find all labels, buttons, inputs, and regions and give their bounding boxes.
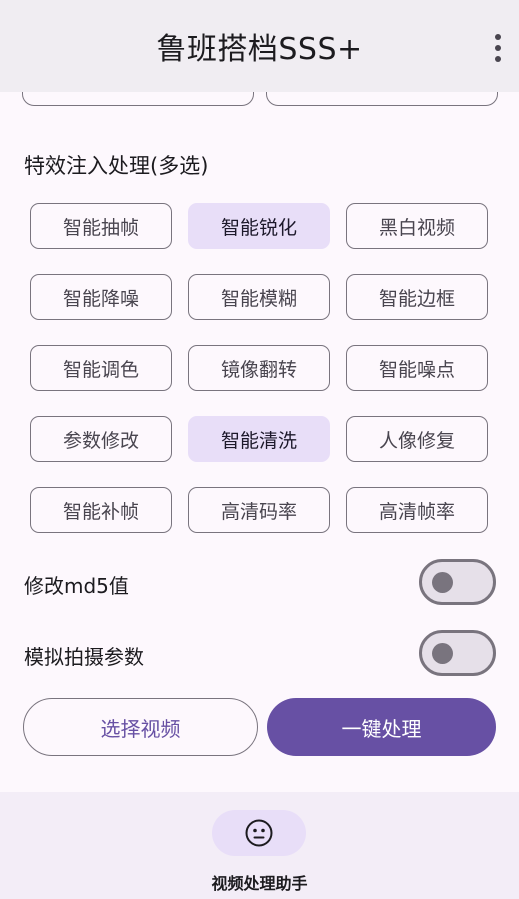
effect-chip[interactable]: 智能锐化: [188, 203, 330, 249]
effect-chip[interactable]: 智能抽帧: [30, 203, 172, 249]
more-vert-icon-dot: [495, 56, 501, 62]
effect-chip[interactable]: 智能降噪: [30, 274, 172, 320]
effect-chip[interactable]: 参数修改: [30, 416, 172, 462]
effects-section-title: 特效注入处理(多选): [24, 154, 209, 178]
effect-chip[interactable]: 智能边框: [346, 274, 488, 320]
bottom-navigation-bar: 视频处理助手: [0, 792, 519, 899]
more-vert-icon: [495, 34, 501, 40]
effect-chip[interactable]: 智能调色: [30, 345, 172, 391]
effect-chip[interactable]: 智能模糊: [188, 274, 330, 320]
one-click-process-button[interactable]: 一键处理: [267, 698, 496, 756]
main-content[interactable]: 特效注入处理(多选) 智能抽帧 智能锐化 黑白视频智能降噪 智能模糊 智能边框智能调色镜…: [0, 92, 519, 792]
simulate-shoot-toggle-label: 模拟拍摄参数: [24, 645, 144, 669]
nav-item-label: 视频处理助手: [211, 874, 308, 893]
switch-thumb: [432, 572, 453, 593]
simulate-shoot-switch[interactable]: [419, 630, 496, 676]
face-icon: [245, 819, 273, 847]
md5-switch[interactable]: [419, 559, 496, 605]
switch-thumb: [432, 643, 453, 664]
previous-field-left[interactable]: [22, 92, 254, 106]
more-options-button[interactable]: [491, 28, 505, 68]
effect-chip[interactable]: 镜像翻转: [188, 345, 330, 391]
more-vert-icon-dot: [495, 45, 501, 51]
previous-field-right[interactable]: [266, 92, 498, 106]
nav-item-video-helper[interactable]: 视频处理助手: [0, 792, 519, 899]
app-title: 鲁班搭档SSS+: [156, 32, 363, 67]
md5-toggle-label: 修改md5值: [24, 574, 129, 598]
effect-chip[interactable]: 高清帧率: [346, 487, 488, 533]
effect-chip[interactable]: 黑白视频: [346, 203, 488, 249]
effect-chip[interactable]: 智能补帧: [30, 487, 172, 533]
effect-chip[interactable]: 人像修复: [346, 416, 488, 462]
top-app-bar: 鲁班搭档SSS+: [0, 0, 519, 92]
effect-chip[interactable]: 智能清洗: [188, 416, 330, 462]
nav-active-indicator: [212, 810, 306, 856]
effect-chip[interactable]: 高清码率: [188, 487, 330, 533]
effect-chip[interactable]: 智能噪点: [346, 345, 488, 391]
select-video-button[interactable]: 选择视频: [23, 698, 258, 756]
